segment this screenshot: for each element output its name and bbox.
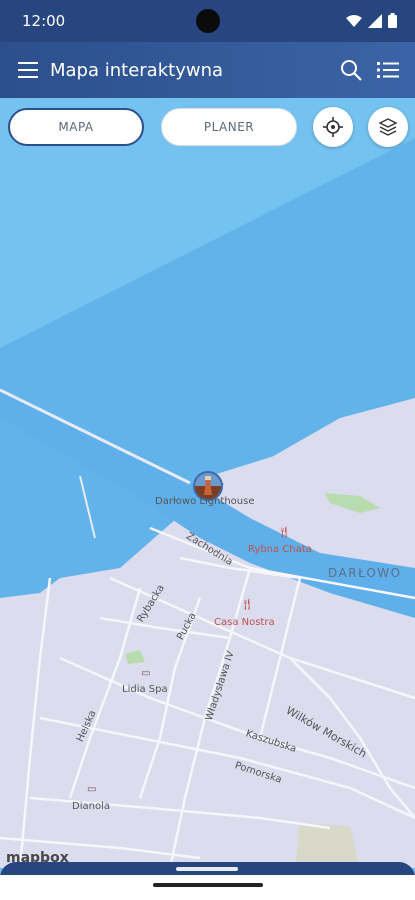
layers-button[interactable]	[368, 107, 408, 147]
gesture-area	[0, 875, 415, 900]
battery-icon	[388, 13, 397, 28]
map-label-rybna-chata[interactable]: Rybna Chata	[248, 544, 312, 555]
hotel-icon: ▭	[141, 668, 151, 679]
map-label-casa-nostra[interactable]: Casa Nostra	[214, 617, 275, 628]
app-bar: Mapa interaktywna	[0, 42, 415, 98]
map-view[interactable]: Darłowo Lighthouse 🍴︎ Rybna Chata 🍴︎ Cas…	[0, 98, 415, 868]
tab-planer[interactable]: PLANER	[161, 108, 297, 146]
restaurant-icon: 🍴︎	[277, 526, 291, 539]
list-icon[interactable]	[377, 61, 399, 79]
system-icons	[346, 13, 397, 28]
layers-icon	[378, 118, 398, 136]
tab-mapa[interactable]: MAPA	[8, 108, 144, 146]
camera-cutout	[196, 9, 220, 33]
map-label-lighthouse: Darłowo Lighthouse	[155, 496, 255, 507]
status-bar: 12:00	[0, 0, 415, 42]
status-time: 12:00	[22, 12, 66, 30]
gesture-bar[interactable]	[153, 883, 263, 887]
town-label: DARŁOWO	[328, 566, 402, 580]
bottom-sheet-handle[interactable]	[176, 867, 238, 871]
restaurant-icon: 🍴︎	[240, 598, 254, 611]
menu-icon[interactable]	[18, 61, 38, 79]
map-label-lidia-spa[interactable]: Lidia Spa	[122, 684, 168, 695]
locate-button[interactable]	[313, 107, 353, 147]
page-title: Mapa interaktywna	[50, 60, 224, 81]
map-label-dianola[interactable]: Dianola	[72, 801, 110, 812]
hotel-icon: ▭	[87, 784, 97, 795]
wifi-icon	[346, 14, 362, 27]
crosshair-icon	[323, 117, 343, 137]
signal-icon	[368, 13, 382, 28]
search-icon[interactable]	[340, 59, 362, 81]
